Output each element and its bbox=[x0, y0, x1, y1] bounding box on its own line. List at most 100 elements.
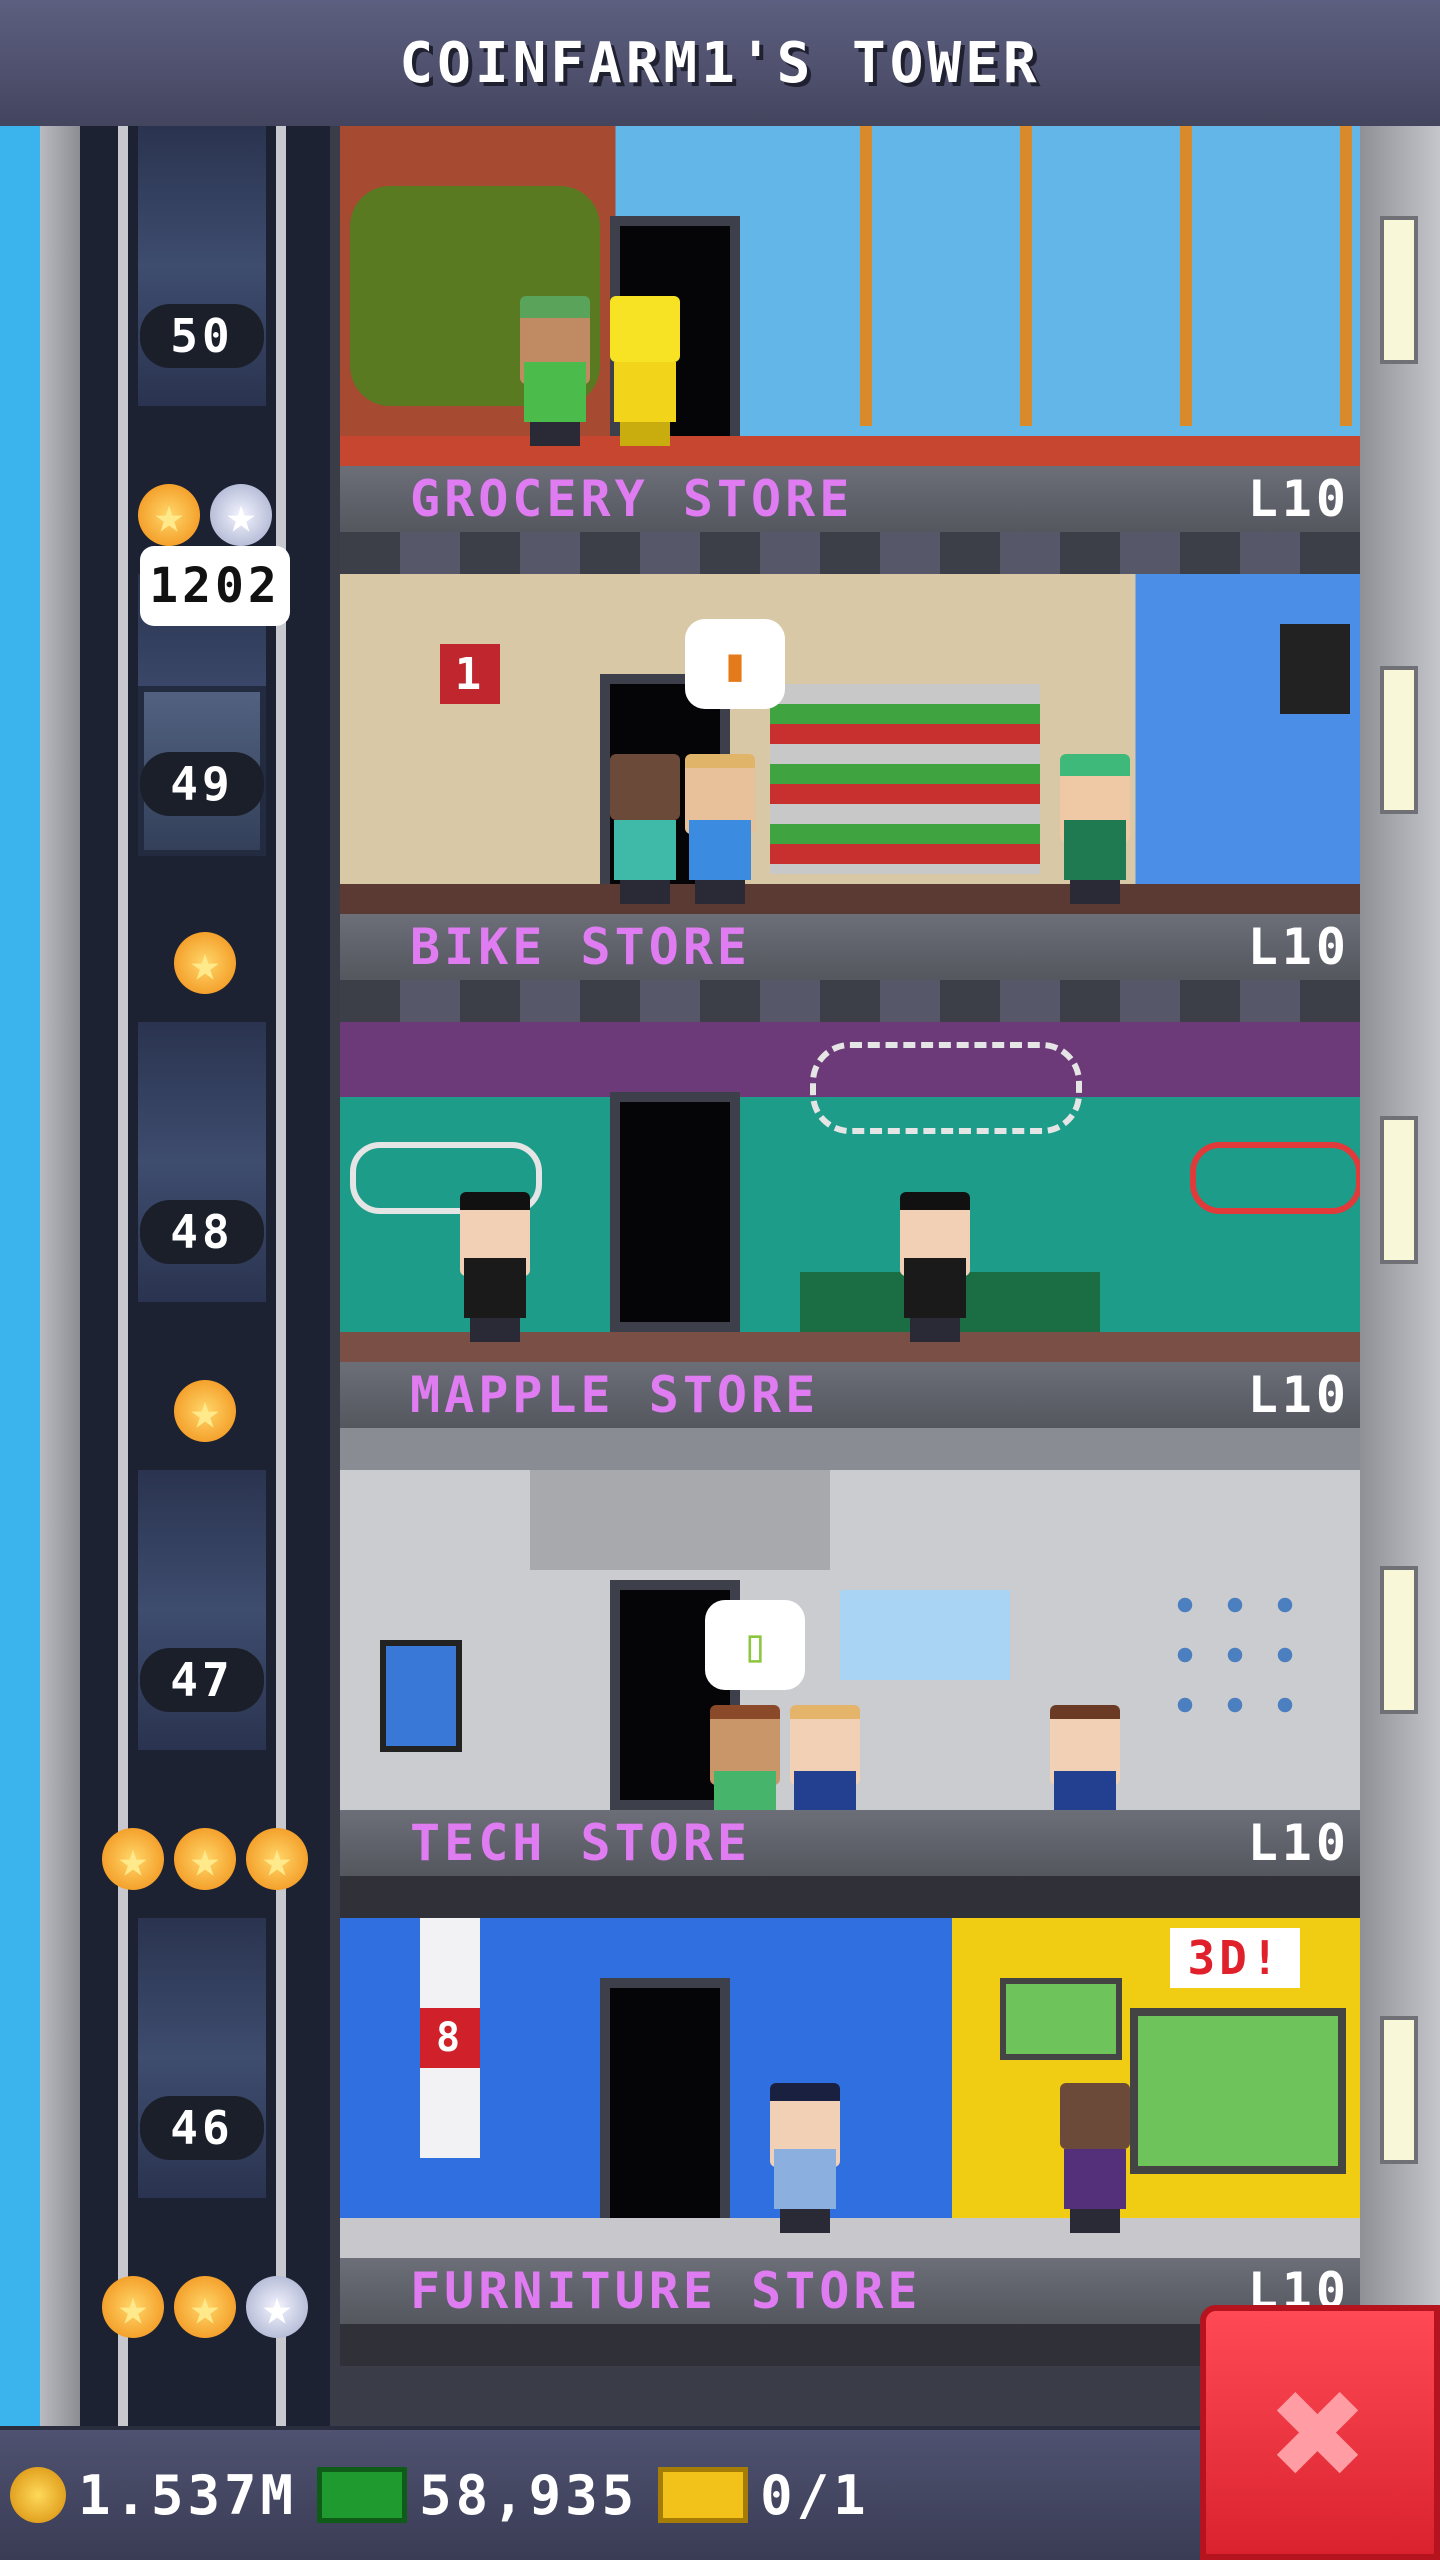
person-body bbox=[464, 1258, 526, 1318]
gold-star-icon: ★ bbox=[174, 1380, 236, 1442]
request-bubble: ▮ bbox=[685, 619, 785, 709]
floor-star-rating: ★ ★ ★ bbox=[80, 2276, 330, 2338]
floor-star-rating: ★ ★ bbox=[80, 484, 330, 546]
person-body bbox=[714, 1771, 776, 1810]
bux-counter[interactable]: 58,935 bbox=[317, 2464, 638, 2527]
floor-bike-store[interactable]: 1 ▮ BIKE STORE L10 bbox=[340, 574, 1360, 1022]
floor-tech-store[interactable]: ▯ TECH STORE L10 bbox=[340, 1470, 1360, 1918]
floor-sign[interactable]: GROCERY STORE L10 bbox=[340, 466, 1360, 532]
store-logo-banner bbox=[530, 1470, 830, 1570]
person-clerk[interactable] bbox=[900, 1192, 970, 1342]
floor-strip bbox=[340, 436, 1360, 466]
coins-counter[interactable]: 1.537M bbox=[10, 2464, 297, 2527]
tickets-value: 0/1 bbox=[760, 2463, 870, 2527]
bike-rack bbox=[810, 1042, 1082, 1134]
floor-sign[interactable]: BIKE STORE L10 bbox=[340, 914, 1360, 980]
person-hazmat-suit[interactable] bbox=[610, 296, 680, 446]
person-body bbox=[1064, 820, 1126, 880]
floor-ceiling bbox=[340, 1876, 1360, 1918]
person-customer[interactable] bbox=[610, 754, 680, 904]
window-logo-badge: 8 bbox=[420, 2008, 480, 2068]
coin-icon bbox=[10, 2467, 66, 2523]
floor-name: MAPPLE STORE bbox=[410, 1366, 820, 1424]
passenger-floor-bubble: 1202 bbox=[140, 546, 290, 626]
close-icon: ✖ bbox=[1271, 2339, 1369, 2526]
floor-level: L10 bbox=[1247, 470, 1350, 528]
person-legs bbox=[780, 2209, 830, 2233]
window-frame bbox=[860, 126, 1360, 426]
person-green-hat[interactable] bbox=[520, 296, 590, 446]
request-bubble: ▯ bbox=[705, 1600, 805, 1690]
floor-name: TECH STORE bbox=[410, 1814, 752, 1872]
elevator-shaft[interactable]: 50 49 48 47 46 1202 ★ ★ ★ ★ ★ ★ ★ ★ ★ ★ bbox=[80, 126, 330, 2426]
person-legs bbox=[470, 1318, 520, 1342]
person-body bbox=[904, 1258, 966, 1318]
room-grocery-store[interactable] bbox=[340, 126, 1360, 466]
person-clerk[interactable] bbox=[1060, 754, 1130, 904]
person-legs bbox=[620, 880, 670, 904]
bux-value: 58,935 bbox=[419, 2463, 639, 2527]
person-body bbox=[524, 362, 586, 422]
floor-level: L10 bbox=[1247, 1366, 1350, 1424]
floor-sign[interactable]: TECH STORE L10 bbox=[340, 1810, 1360, 1876]
gold-star-icon: ★ bbox=[174, 932, 236, 994]
person-clerk[interactable] bbox=[790, 1705, 860, 1810]
person-legs bbox=[620, 422, 670, 446]
floor-level: L10 bbox=[1247, 918, 1350, 976]
person-head bbox=[610, 754, 680, 820]
tower-bux-icon bbox=[317, 2467, 408, 2523]
exterior-window bbox=[1380, 2016, 1418, 2164]
elevator-rail-right bbox=[276, 126, 286, 2426]
floor-sign[interactable]: MAPPLE STORE L10 bbox=[340, 1362, 1360, 1428]
book-icon: ▮ bbox=[721, 637, 749, 691]
person-legs bbox=[1070, 880, 1120, 904]
floor-strip bbox=[340, 884, 1360, 914]
floor-furniture-store[interactable]: 8 3D! FURNITURE STORE L10 bbox=[340, 1918, 1360, 2366]
exterior-window bbox=[1380, 1116, 1418, 1264]
person-customer[interactable] bbox=[1060, 2083, 1130, 2233]
tickets-counter[interactable]: 0/1 bbox=[658, 2464, 870, 2527]
person-head bbox=[1060, 2083, 1130, 2149]
floor-ceiling bbox=[340, 980, 1360, 1022]
map-screen bbox=[1000, 1978, 1122, 2060]
person-body bbox=[794, 1771, 856, 1810]
gold-star-icon: ★ bbox=[102, 2276, 164, 2338]
floor-star-rating: ★ ★ ★ bbox=[80, 1828, 330, 1890]
person-customer[interactable] bbox=[710, 1705, 780, 1810]
tower-outer-wall bbox=[40, 126, 80, 2426]
floor-level: L10 bbox=[1247, 1814, 1350, 1872]
floor-number-46: 46 bbox=[140, 2096, 264, 2160]
person-body bbox=[614, 362, 676, 422]
silver-star-icon: ★ bbox=[210, 484, 272, 546]
grocery-shelves bbox=[770, 684, 1040, 874]
close-button[interactable]: ✖ bbox=[1200, 2305, 1440, 2560]
person-clerk[interactable] bbox=[460, 1192, 530, 1342]
silver-star-icon: ★ bbox=[246, 2276, 308, 2338]
sky bbox=[0, 126, 40, 2426]
tower-floors: GROCERY STORE L10 1 ▮ BIKE STORE L10 MAP… bbox=[330, 126, 1360, 2426]
room-door bbox=[600, 1978, 730, 2258]
queue-number-sign: 1 bbox=[440, 644, 500, 704]
room-tech-store[interactable]: ▯ bbox=[340, 1470, 1360, 1810]
tablet-display bbox=[380, 1640, 462, 1752]
gold-star-icon: ★ bbox=[102, 1828, 164, 1890]
room-mapple-store[interactable] bbox=[340, 1022, 1360, 1362]
person-body bbox=[774, 2149, 836, 2209]
person-legs bbox=[695, 880, 745, 904]
person-clerk[interactable] bbox=[1050, 1705, 1120, 1810]
room-furniture-store[interactable]: 8 3D! bbox=[340, 1918, 1360, 2258]
exterior-window bbox=[1380, 666, 1418, 814]
floor-number-50: 50 bbox=[140, 304, 264, 368]
room-bike-store[interactable]: 1 ▮ bbox=[340, 574, 1360, 914]
gold-star-icon: ★ bbox=[138, 484, 200, 546]
floor-name: FURNITURE STORE bbox=[410, 2262, 922, 2320]
room-door bbox=[610, 1092, 740, 1332]
tower-right-wall bbox=[1360, 126, 1440, 2426]
person-security-guard[interactable] bbox=[770, 2083, 840, 2233]
floor-mapple-store[interactable]: MAPPLE STORE L10 bbox=[340, 1022, 1360, 1470]
floor-grocery-store[interactable]: GROCERY STORE L10 bbox=[340, 126, 1360, 574]
person-body bbox=[1064, 2149, 1126, 2209]
person-customer[interactable] bbox=[685, 754, 755, 904]
bike-display bbox=[1190, 1142, 1360, 1214]
elevator-rail-left bbox=[118, 126, 128, 2426]
